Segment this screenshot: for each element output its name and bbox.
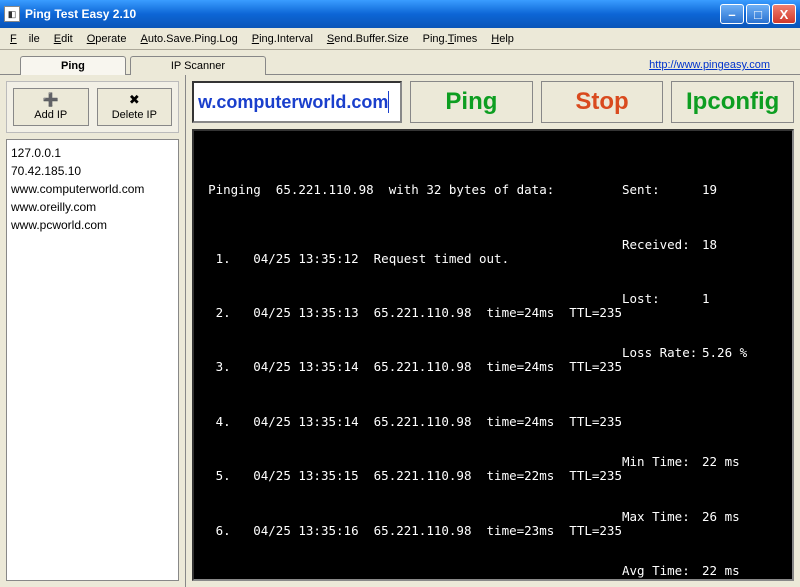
menu-pinginterval[interactable]: Ping.Interval (246, 31, 319, 47)
title-bar: ◧ Ping Test Easy 2.10 – □ X (0, 0, 800, 28)
ipconfig-button[interactable]: Ipconfig (671, 81, 794, 123)
console-line: 2. 04/25 13:35:13 65.221.110.98 time=24m… (208, 304, 622, 322)
menu-help[interactable]: Help (485, 31, 520, 47)
tab-ipscanner[interactable]: IP Scanner (130, 56, 266, 75)
stat-value: 22 ms (702, 562, 740, 580)
host-input[interactable]: w.computerworld.com (192, 81, 402, 123)
ip-button-row: ➕ Add IP ✖ Delete IP (6, 81, 179, 133)
delete-ip-label: Delete IP (112, 109, 157, 121)
control-row: w.computerworld.com Ping Stop Ipconfig (192, 81, 794, 123)
stat-value: 19 (702, 181, 717, 199)
tab-ping[interactable]: Ping (20, 56, 126, 75)
stat-value: 26 ms (702, 508, 740, 526)
list-item[interactable]: 127.0.0.1 (11, 144, 174, 162)
stat-label: Loss Rate: (622, 344, 702, 362)
console-line: 5. 04/25 13:35:15 65.221.110.98 time=22m… (208, 467, 622, 485)
stat-label: Max Time: (622, 508, 702, 526)
list-item[interactable]: www.computerworld.com (11, 180, 174, 198)
homepage-link-zone: http://www.pingeasy.com (649, 59, 770, 74)
delete-ip-button[interactable]: ✖ Delete IP (97, 88, 173, 126)
menu-bar: File Edit Operate Auto.Save.Ping.Log Pin… (0, 28, 800, 50)
content-area: ➕ Add IP ✖ Delete IP 127.0.0.1 70.42.185… (0, 74, 800, 587)
delete-ip-icon: ✖ (125, 93, 143, 107)
app-icon: ◧ (4, 6, 20, 22)
window-title: Ping Test Easy 2.10 (25, 7, 720, 21)
console-line: 1. 04/25 13:35:12 Request timed out. (208, 250, 622, 268)
stat-label: Received: (622, 236, 702, 254)
console-left: Pinging 65.221.110.98 with 32 bytes of d… (208, 145, 622, 569)
homepage-link[interactable]: http://www.pingeasy.com (649, 59, 770, 71)
add-ip-button[interactable]: ➕ Add IP (13, 88, 89, 126)
console-header: Pinging 65.221.110.98 with 32 bytes of d… (208, 181, 622, 199)
tab-row: Ping IP Scanner http://www.pingeasy.com (0, 50, 800, 74)
console-line: 7. 04/25 13:35:16 65.221.110.98 time=23m… (208, 576, 622, 581)
stat-value: 5.26 % (702, 344, 747, 362)
list-item[interactable]: www.oreilly.com (11, 198, 174, 216)
ip-listbox[interactable]: 127.0.0.1 70.42.185.10 www.computerworld… (6, 139, 179, 581)
console-line: 3. 04/25 13:35:14 65.221.110.98 time=24m… (208, 358, 622, 376)
stat-value: 18 (702, 236, 717, 254)
stat-value: 22 ms (702, 453, 740, 471)
close-button[interactable]: X (772, 4, 796, 24)
console-line: 4. 04/25 13:35:14 65.221.110.98 time=24m… (208, 413, 622, 431)
maximize-button[interactable]: □ (746, 4, 770, 24)
menu-file[interactable]: File (4, 31, 46, 47)
right-panel: w.computerworld.com Ping Stop Ipconfig P… (186, 75, 800, 587)
stat-label: Sent: (622, 181, 702, 199)
stat-label: Min Time: (622, 453, 702, 471)
menu-pingtimes[interactable]: Ping.Times (417, 31, 484, 47)
minimize-button[interactable]: – (720, 4, 744, 24)
console-output: Pinging 65.221.110.98 with 32 bytes of d… (192, 129, 794, 581)
list-item[interactable]: 70.42.185.10 (11, 162, 174, 180)
console-line: 6. 04/25 13:35:16 65.221.110.98 time=23m… (208, 522, 622, 540)
left-panel: ➕ Add IP ✖ Delete IP 127.0.0.1 70.42.185… (0, 75, 186, 587)
add-ip-icon: ➕ (42, 93, 60, 107)
menu-sendbuffer[interactable]: Send.Buffer.Size (321, 31, 415, 47)
menu-operate[interactable]: Operate (81, 31, 133, 47)
stat-label: Lost: (622, 290, 702, 308)
add-ip-label: Add IP (34, 109, 67, 121)
text-caret (388, 91, 389, 113)
menu-autosave[interactable]: Auto.Save.Ping.Log (134, 31, 243, 47)
host-input-value: w.computerworld.com (198, 92, 388, 113)
menu-edit[interactable]: Edit (48, 31, 79, 47)
list-item[interactable]: www.pcworld.com (11, 216, 174, 234)
console-stats: Sent:19 Received:18 Lost:1 Loss Rate:5.2… (622, 145, 782, 569)
window-buttons: – □ X (720, 4, 796, 24)
stop-button[interactable]: Stop (541, 81, 664, 123)
ping-button[interactable]: Ping (410, 81, 533, 123)
stat-value: 1 (702, 290, 710, 308)
stat-label: Avg Time: (622, 562, 702, 580)
